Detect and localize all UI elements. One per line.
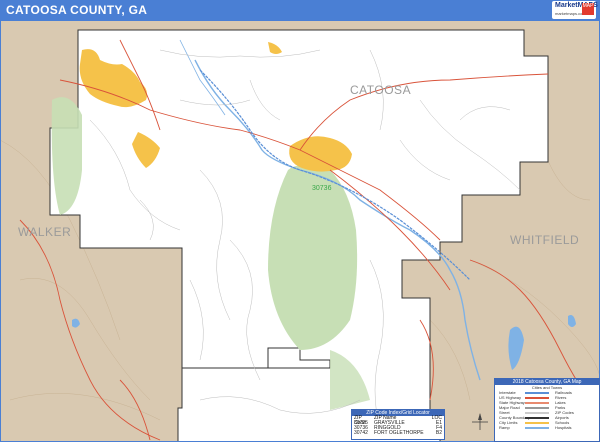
zip-code-cell: 30742 bbox=[354, 430, 368, 436]
publisher-logo[interactable]: MarketMAPS marketmaps.com MAP bbox=[552, 1, 598, 19]
table-row: 30742 FORT OGLETHORPE B2 bbox=[352, 431, 444, 436]
legend-row: Ramp Hospitals bbox=[495, 425, 599, 430]
zip-loc-cell: B2 bbox=[435, 430, 442, 436]
legend-swatch bbox=[525, 397, 549, 399]
county-label-whitfield: WHITFIELD bbox=[510, 233, 579, 247]
park-chickamauga bbox=[268, 165, 358, 350]
county-label-catoosa: CATOOSA bbox=[350, 83, 411, 97]
legend-swatch bbox=[525, 427, 549, 429]
north-arrow-icon bbox=[470, 412, 490, 432]
map-legend: 2018 Catoosa County, GA Map Cities and T… bbox=[494, 378, 600, 442]
legend-label-right: Hospitals bbox=[555, 425, 572, 430]
map-header: CATOOSA COUNTY, GA MarketMAPS marketmaps… bbox=[0, 0, 600, 20]
zip-label: 30736 bbox=[312, 185, 332, 192]
legend-swatch bbox=[525, 422, 549, 424]
county-label-walker: WALKER bbox=[18, 225, 71, 239]
legend-swatch bbox=[525, 412, 549, 414]
zip-name-cell: FORT OGLETHORPE bbox=[374, 430, 424, 436]
map-title: CATOOSA COUNTY, GA bbox=[6, 3, 148, 17]
legend-swatch bbox=[525, 392, 549, 394]
legend-swatch bbox=[525, 417, 549, 419]
legend-swatch bbox=[525, 402, 549, 404]
zip-index-table: ZIP Code Index/Grid Locator ZIP Code ZIP… bbox=[351, 409, 445, 440]
legend-label: Ramp bbox=[499, 425, 510, 430]
legend-swatch bbox=[525, 407, 549, 409]
logo-badge: MAP bbox=[582, 3, 594, 15]
